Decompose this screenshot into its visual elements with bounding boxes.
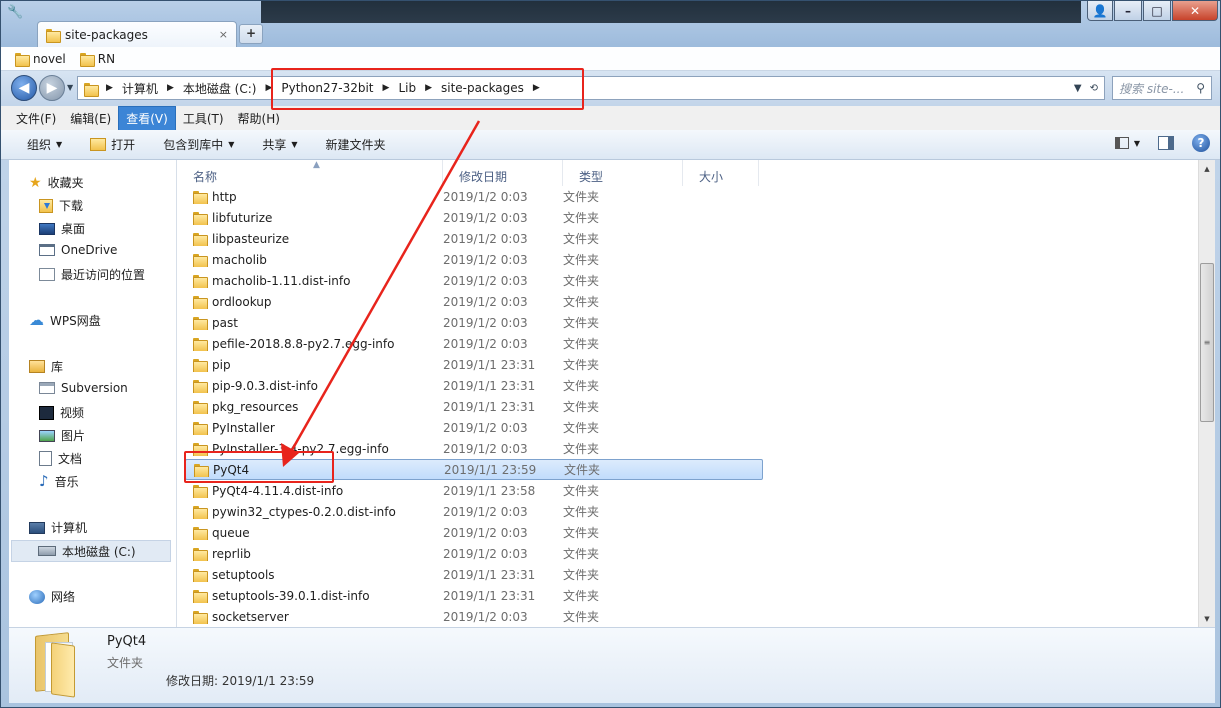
explorer-window: 🔧 site-packages × + 👤 – □ ✕ novel RN ◀ ▶… [0, 0, 1221, 708]
annotation-arrow [281, 120, 481, 467]
